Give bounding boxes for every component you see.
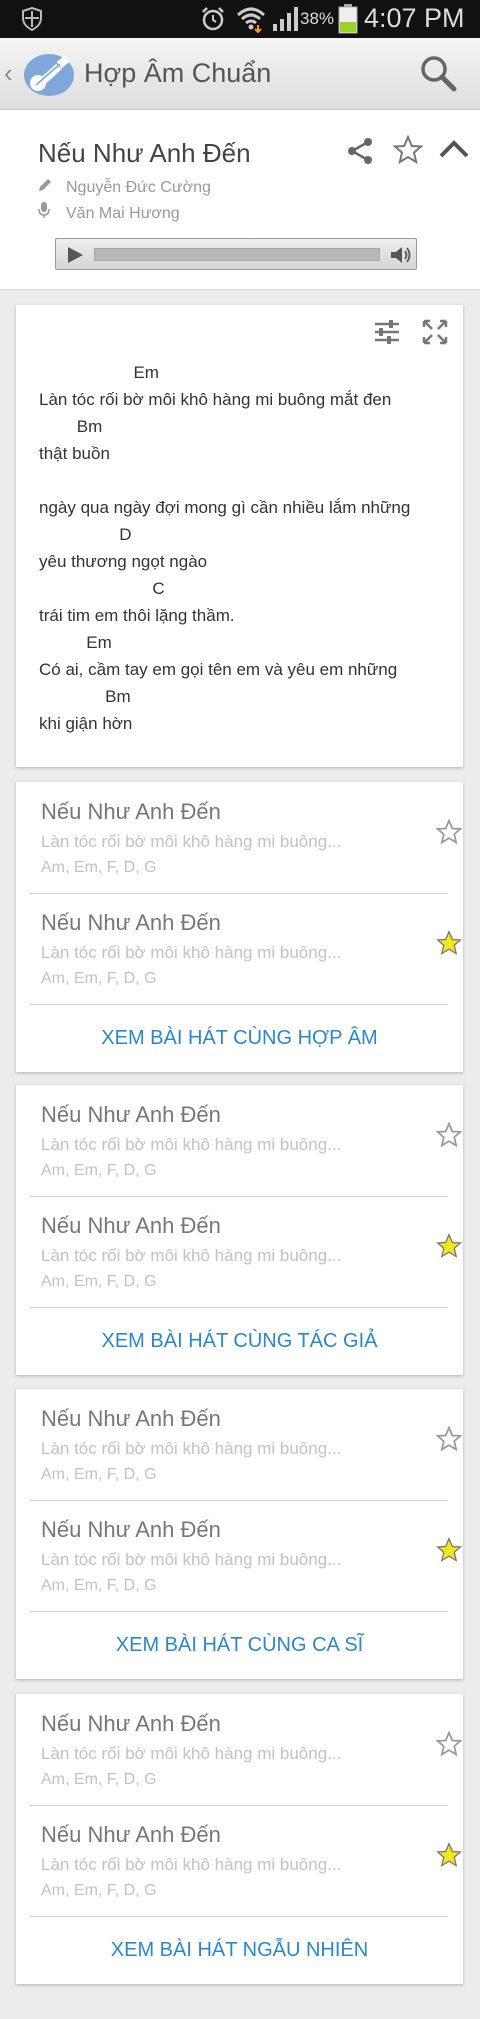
item-title: Nếu Như Anh Đến [41,799,221,824]
lyric-line: ngày qua ngày đợi mong gì cần nhiều lắm … [39,498,411,517]
chord-line: Bm [39,687,131,706]
item-title: Nếu Như Anh Đến [41,1102,221,1127]
view-more-button[interactable]: XEM BÀI HÁT CÙNG TÁC GIẢ [16,1330,463,1353]
item-lyric-preview: Làn tóc rối bờ môi khô hàng mi buông... [41,1246,342,1265]
tune-icon[interactable] [373,319,401,350]
singer-name: Văn Mai Hương [66,205,180,222]
star-outline-icon[interactable] [392,134,424,171]
related-songs-same-chords: Nếu Như Anh Đến Làn tóc rối bờ môi khô h… [16,782,463,1072]
star-outline-icon[interactable] [435,1121,463,1154]
item-lyric-preview: Làn tóc rối bờ môi khô hàng mi buông... [41,1135,342,1154]
related-songs-random: Nếu Như Anh Đến Làn tóc rối bờ môi khô h… [16,1694,463,1984]
chevron-up-icon[interactable] [438,138,470,165]
back-chevron-icon[interactable]: ‹ [4,58,13,89]
app-bar: ‹ Hợp Âm Chuẩn [0,38,480,110]
view-more-button[interactable]: XEM BÀI HÁT CÙNG HỢP ÂM [16,1027,463,1050]
volume-icon[interactable] [390,245,412,270]
item-title: Nếu Như Anh Đến [41,1406,221,1431]
song-list-item[interactable]: Nếu Như Anh Đến Làn tóc rối bờ môi khô h… [30,782,463,893]
star-filled-icon[interactable] [435,929,463,962]
battery-icon [338,4,358,39]
author-name: Nguyễn Đức Cường [66,179,211,196]
item-lyric-preview: Làn tóc rối bờ môi khô hàng mi buông... [41,943,342,962]
item-chords: Am, Em, F, D, G [41,1882,157,1899]
lyrics-text: Em Làn tóc rối bờ môi khô hàng mi buông … [39,359,449,737]
fullscreen-icon[interactable] [422,319,448,350]
view-more-button[interactable]: XEM BÀI HÁT NGẪU NHIÊN [16,1939,463,1962]
song-singer: Văn Mai Hương [38,202,180,223]
signal-icon [272,6,300,37]
song-list-item[interactable]: Nếu Như Anh Đến Làn tóc rối bờ môi khô h… [30,1389,463,1500]
item-chords: Am, Em, F, D, G [41,1273,157,1290]
item-title: Nếu Như Anh Đến [41,1711,221,1736]
wifi-icon [236,5,266,38]
item-title: Nếu Như Anh Đến [41,910,221,935]
chord-line: Em [39,633,112,652]
share-icon[interactable] [345,136,375,171]
search-icon[interactable] [418,53,458,98]
audio-player [55,238,417,270]
play-icon[interactable] [66,246,84,269]
related-songs-same-author: Nếu Như Anh Đến Làn tóc rối bờ môi khô h… [16,1085,463,1375]
item-lyric-preview: Làn tóc rối bờ môi khô hàng mi buông... [41,1855,342,1874]
song-list-item[interactable]: Nếu Như Anh Đến Làn tóc rối bờ môi khô h… [30,893,463,1004]
song-list-item[interactable]: Nếu Như Anh Đến Làn tóc rối bờ môi khô h… [30,1196,463,1307]
lyric-line: thật buồn [39,444,110,463]
lyric-line: Làn tóc rối bờ môi khô hàng mi buông mắt… [39,390,392,409]
chord-line: Em [39,363,159,382]
song-list-item[interactable]: Nếu Như Anh Đến Làn tóc rối bờ môi khô h… [30,1694,463,1805]
chord-line: C [39,579,165,598]
divider [30,1916,448,1917]
star-outline-icon[interactable] [435,1425,463,1458]
item-chords: Am, Em, F, D, G [41,1577,157,1594]
lyric-line: Có ai, cầm tay em gọi tên em và yêu em n… [39,660,398,679]
item-lyric-preview: Làn tóc rối bờ môi khô hàng mi buông... [41,1744,342,1763]
item-title: Nếu Như Anh Đến [41,1822,221,1847]
item-title: Nếu Như Anh Đến [41,1517,221,1542]
microphone-icon [38,202,56,223]
shield-icon [22,6,42,36]
divider [30,1004,448,1005]
star-filled-icon[interactable] [435,1841,463,1874]
item-lyric-preview: Làn tóc rối bờ môi khô hàng mi buông... [41,832,342,851]
song-author: Nguyễn Đức Cường [38,178,211,197]
star-outline-icon[interactable] [435,1730,463,1763]
item-title: Nếu Như Anh Đến [41,1213,221,1238]
guitar-logo-icon[interactable] [22,50,76,103]
lyric-line: yêu thương ngọt ngào [39,552,208,571]
related-songs-same-singer: Nếu Như Anh Đến Làn tóc rối bờ môi khô h… [16,1389,463,1679]
item-lyric-preview: Làn tóc rối bờ môi khô hàng mi buông... [41,1550,342,1569]
song-list-item[interactable]: Nếu Như Anh Đến Làn tóc rối bờ môi khô h… [30,1805,463,1916]
alarm-icon [200,6,226,37]
item-chords: Am, Em, F, D, G [41,970,157,987]
divider [30,1307,448,1308]
item-lyric-preview: Làn tóc rối bờ môi khô hàng mi buông... [41,1439,342,1458]
battery-percent: 38% [300,9,335,28]
app-title: Hợp Âm Chuẩn [84,58,272,88]
pencil-icon [38,178,56,197]
status-bar: 38% 4:07 PM [0,0,480,38]
star-filled-icon[interactable] [435,1232,463,1265]
song-header: Nếu Như Anh Đến Nguyễn Đức Cường Văn Mai… [0,110,480,290]
song-list-item[interactable]: Nếu Như Anh Đến Làn tóc rối bờ môi khô h… [30,1500,463,1611]
item-chords: Am, Em, F, D, G [41,1466,157,1483]
item-chords: Am, Em, F, D, G [41,859,157,876]
item-chords: Am, Em, F, D, G [41,1162,157,1179]
lyrics-card: Em Làn tóc rối bờ môi khô hàng mi buông … [16,305,463,767]
song-list-item[interactable]: Nếu Như Anh Đến Làn tóc rối bờ môi khô h… [30,1085,463,1196]
lyric-line: trái tim em thôi lặng thầm. [39,606,235,625]
item-chords: Am, Em, F, D, G [41,1771,157,1788]
clock-time: 4:07 PM [364,3,465,33]
song-title: Nếu Như Anh Đến [38,138,251,168]
lyric-line: khi giận hờn [39,714,133,733]
star-filled-icon[interactable] [435,1536,463,1569]
chord-line: Bm [39,417,103,436]
chord-line: D [39,525,132,544]
audio-progress-track[interactable] [94,248,380,261]
view-more-button[interactable]: XEM BÀI HÁT CÙNG CA SĨ [16,1634,463,1657]
divider [30,1611,448,1612]
star-outline-icon[interactable] [435,818,463,851]
